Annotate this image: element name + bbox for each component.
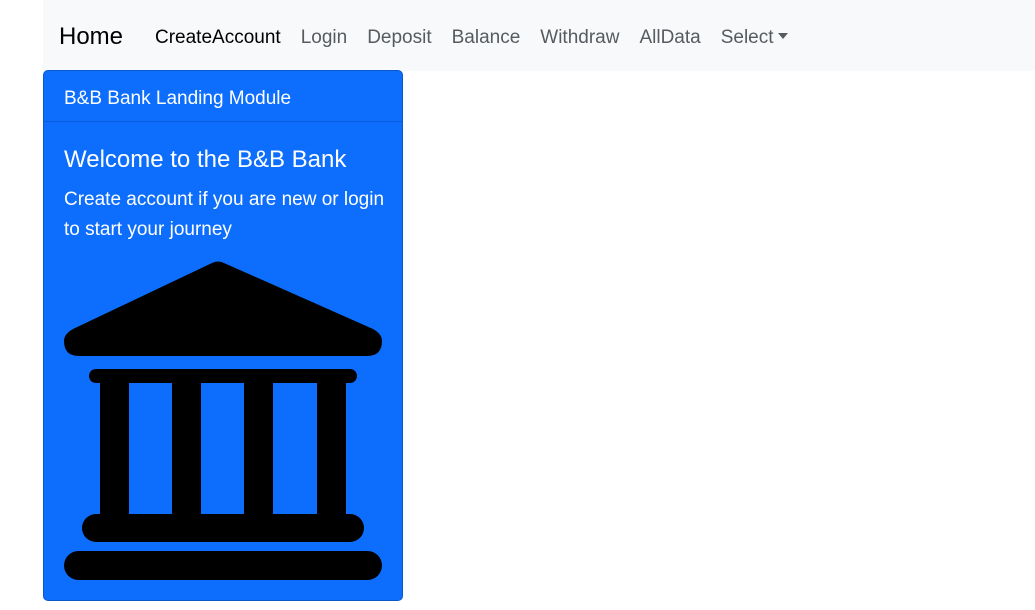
caret-down-icon [777, 33, 788, 39]
landing-card: B&B Bank Landing Module Welcome to the B… [43, 70, 403, 601]
nav-link-deposit[interactable]: Deposit [367, 24, 431, 51]
card-text: Create account if you are new or login t… [64, 189, 385, 240]
top-navbar: Home CreateAccount Login Deposit Balance… [43, 0, 1035, 71]
nav-link-alldata[interactable]: AllData [639, 24, 700, 51]
nav-dropdown-select-label: Select [720, 27, 774, 48]
card-header: B&B Bank Landing Module [44, 71, 402, 122]
nav-brand-home[interactable]: Home [59, 20, 123, 54]
nav-links: CreateAccount Login Deposit Balance With… [155, 24, 808, 51]
bank-icon [64, 261, 382, 580]
nav-link-login[interactable]: Login [301, 24, 348, 51]
nav-link-withdraw[interactable]: Withdraw [540, 24, 619, 51]
card-title: Welcome to the B&B Bank [64, 146, 347, 173]
nav-link-create-account[interactable]: CreateAccount [155, 24, 281, 51]
nav-dropdown-select[interactable]: Select [721, 24, 788, 51]
nav-link-balance[interactable]: Balance [452, 24, 521, 51]
